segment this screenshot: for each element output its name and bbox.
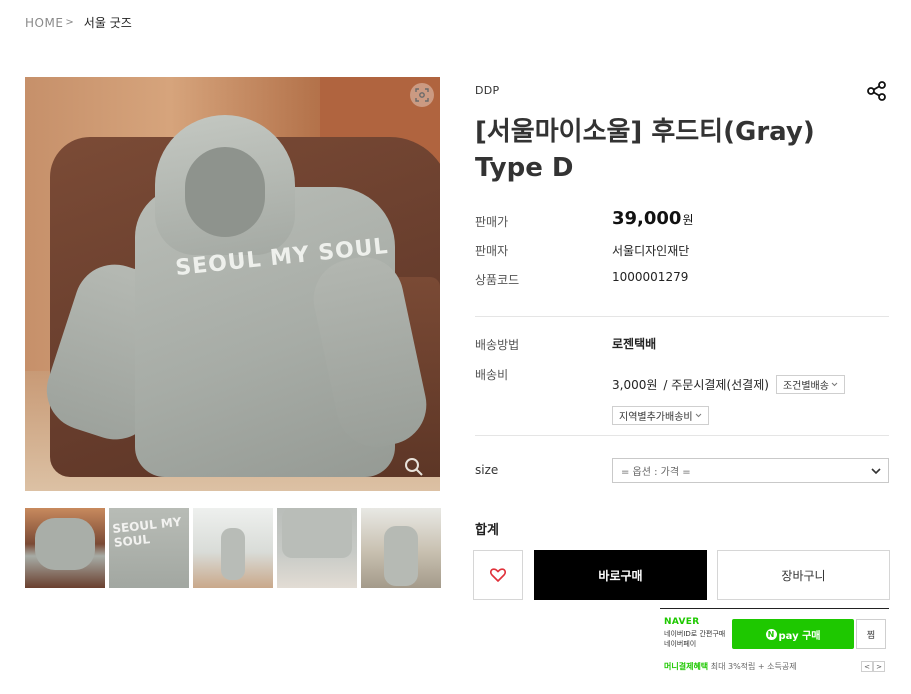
shipping-fee-label: 배송비 [475,368,509,382]
magnify-icon[interactable] [404,457,424,477]
thumbnail-model [384,526,418,586]
chevron-down-icon [695,413,701,418]
total-label: 합계 [475,523,499,538]
price-unit: 원 [682,213,694,227]
price-amount: 39,000 [612,208,682,229]
breadcrumb-separator: > [65,17,74,28]
breadcrumb-current[interactable]: 서울 굿즈 [84,14,132,31]
product-title: [서울마이소울] 후드티(Gray) Type D [475,117,815,183]
divider [475,316,889,317]
thumbnail-model [282,508,352,558]
shipping-condition-select[interactable]: 조건별배송 [775,375,845,394]
size-option-placeholder: = 옵션 : 가격 = [621,467,691,478]
shipping-region-label: 지역별추가배송비 [619,412,693,423]
naver-zzim-button[interactable]: 찜 [856,619,886,649]
shipping-condition-label: 조건별배송 [782,381,829,392]
expand-icon[interactable] [410,83,434,107]
thumbnail-hoodie [35,518,95,570]
thumbnail-3[interactable] [193,508,273,588]
chevron-down-icon [871,468,881,475]
thumbnail-2[interactable]: SEOUL MY SOUL [109,508,189,588]
buy-now-button[interactable]: 바로구매 [534,550,707,600]
heart-icon [490,568,506,582]
shipping-fee-method: / 주문시결제(선결제) [663,378,769,392]
naver-pay-benefit: 머니결제혜택 최대 3%적립 + 소득공제 [664,661,797,672]
chevron-down-icon [831,382,838,387]
breadcrumb: HOME > 서울 굿즈 [25,14,132,31]
shipping-fee-value: 3,000원 [612,378,658,392]
size-option-select[interactable]: = 옵션 : 가격 = [612,458,889,483]
naver-pay-benefit-text: 최대 3%적립 + 소득공제 [710,662,797,671]
thumbnail-5[interactable] [361,508,441,588]
naver-n-icon: N [765,628,777,640]
option-label: size [475,463,499,477]
naver-pay-benefit-nav: < > [861,661,885,672]
image-hoodie-hood-inner [185,147,265,237]
product-code-label: 상품코드 [475,273,520,287]
price-label: 판매가 [475,215,509,229]
naver-pay-desc-line2: 네이버페이 [664,640,697,648]
naver-pay-description: 네이버ID로 간편구매 네이버페이 [664,629,736,649]
thumbnail-model [221,528,245,580]
naver-pay-button[interactable]: N pay 구매 [732,619,854,649]
shipping-fee: 3,000원 / 주문시결제(선결제) 조건별배송 [612,375,845,394]
main-product-image[interactable]: SEOUL MY SOUL [25,77,440,491]
breadcrumb-home[interactable]: HOME [25,16,63,30]
shipping-method-value: 로젠택배 [612,337,657,351]
add-to-cart-button[interactable]: 장바구니 [717,550,890,600]
seller-label: 판매자 [475,244,509,258]
shipping-method-label: 배송방법 [475,338,520,352]
seller-value: 서울디자인재단 [612,244,690,258]
benefit-prev-button[interactable]: < [861,661,873,672]
thumbnail-1[interactable] [25,508,105,588]
divider [475,435,889,436]
product-brand[interactable]: DDP [475,84,499,97]
thumbnail-4[interactable] [277,508,357,588]
naver-pay-benefit-highlight[interactable]: 머니결제혜택 [664,662,708,671]
product-code-value: 1000001279 [612,270,689,284]
shipping-region-select[interactable]: 지역별추가배송비 [612,406,709,425]
thumbnail-list: SEOUL MY SOUL [25,508,441,588]
price-value: 39,000원 [612,208,694,229]
share-icon[interactable] [866,80,888,102]
naver-pay-button-label: pay 구매 [778,630,821,642]
naver-pay-panel: NAVER 네이버ID로 간편구매 네이버페이 N pay 구매 찜 머니결제혜… [660,608,889,678]
wishlist-button[interactable] [473,550,523,600]
naver-pay-desc-line1: 네이버ID로 간편구매 [664,630,726,638]
benefit-next-button[interactable]: > [873,661,885,672]
naver-logo: NAVER [664,617,700,627]
